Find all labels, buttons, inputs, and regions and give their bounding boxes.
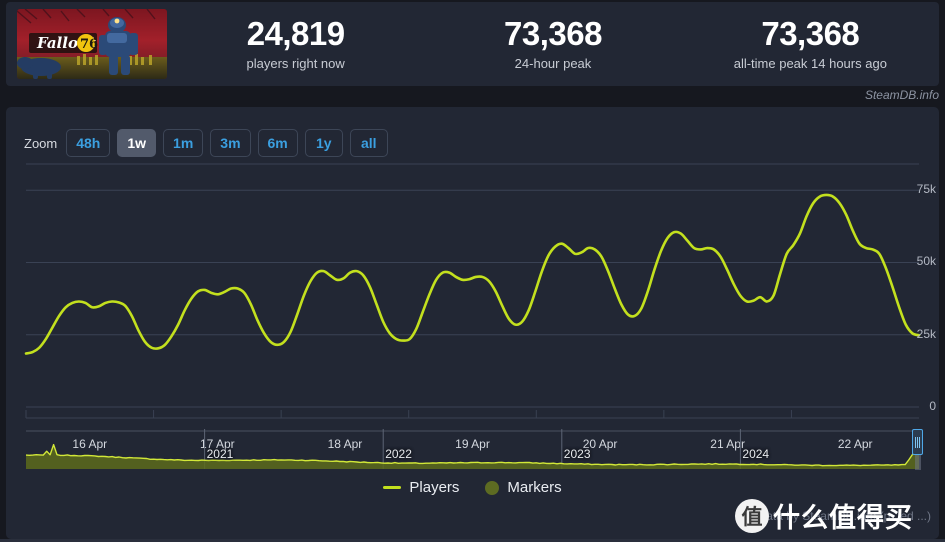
- zoom-button-1w[interactable]: 1w: [117, 129, 157, 157]
- smzdm-watermark: 值 什么值得买: [735, 496, 913, 535]
- stat-players-right-now: 24,819 players right now: [167, 15, 424, 74]
- stat-label: players right now: [246, 55, 345, 71]
- markers-dot-swatch-icon: [485, 480, 500, 495]
- zoom-button-48h[interactable]: 48h: [66, 129, 111, 157]
- y-tick-label: 0: [929, 399, 936, 413]
- stat-value: 73,368: [504, 14, 602, 52]
- y-tick-label: 50k: [916, 254, 936, 269]
- chart-panel: Zoom 48h 1w 1m 3m 6m 1y all 0 25k 50k 75k 1…: [6, 107, 939, 539]
- legend-label: Players: [409, 479, 460, 496]
- stat-all-time-peak: 73,368 all-time peak 14 hours ago: [682, 15, 939, 74]
- zoom-range-control: Zoom 48h 1w 1m 3m 6m 1y all: [24, 129, 388, 157]
- zoom-button-all[interactable]: all: [349, 129, 388, 157]
- stat-value: 24,819: [246, 14, 345, 52]
- stat-label: all-time peak 14 hours ago: [733, 55, 887, 71]
- thumbnail-badge-text: 76: [80, 37, 98, 52]
- zoom-button-3m[interactable]: 3m: [210, 129, 251, 157]
- zoom-button-1m[interactable]: 1m: [163, 129, 204, 157]
- legend-label: Markers: [507, 479, 562, 496]
- zoom-button-1y[interactable]: 1y: [304, 129, 343, 157]
- zoom-label: Zoom: [24, 135, 58, 151]
- gridlines: [26, 163, 919, 408]
- y-tick-label: 75k: [916, 182, 936, 197]
- zoom-button-6m[interactable]: 6m: [257, 129, 298, 157]
- steamdb-watermark-link[interactable]: SteamDB.info: [865, 88, 939, 102]
- navigator-right-handle[interactable]: [912, 429, 923, 455]
- stat-24-hour-peak: 73,368 24-hour peak: [424, 15, 681, 74]
- legend-item-markers[interactable]: Markers: [485, 479, 562, 496]
- navigator-svg: [25, 429, 921, 470]
- players-line-swatch-icon: [383, 486, 402, 489]
- smzdm-watermark-text: 什么值得买: [773, 503, 913, 534]
- stats-bar: Fallout 76 24,819 players right now 73,3…: [6, 2, 939, 86]
- plot-svg: [24, 163, 921, 419]
- chart-legend: Players Markers: [6, 479, 939, 496]
- players-line-chart[interactable]: 0 25k 50k 75k 16 Apr 17 Apr 18 Apr 19 Apr 20 Ap…: [6, 162, 939, 467]
- chart-navigator[interactable]: 2021 2022 2023 2024: [6, 425, 939, 475]
- players-series-line: [24, 193, 921, 355]
- x-tick-marks: [25, 410, 919, 419]
- stat-label: 24-hour peak: [514, 55, 592, 71]
- fallout-76-capsule-art: Fallout 76: [17, 9, 167, 79]
- stat-value: 73,368: [761, 14, 860, 52]
- legend-item-players[interactable]: Players: [383, 479, 459, 496]
- y-tick-label: 25k: [916, 326, 936, 341]
- steamdb-chart-page: Fallout 76 24,819 players right now 73,3…: [0, 0, 945, 542]
- game-thumbnail[interactable]: Fallout 76: [17, 9, 167, 79]
- smzdm-badge-icon: 值: [735, 498, 769, 533]
